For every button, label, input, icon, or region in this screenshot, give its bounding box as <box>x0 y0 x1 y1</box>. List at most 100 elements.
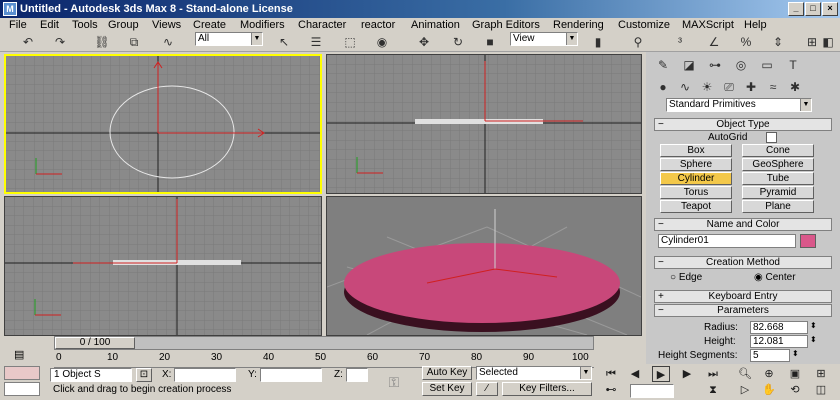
menu-tools[interactable]: Tools <box>72 18 98 32</box>
selection-filter-dropdown[interactable]: All ▼ <box>195 32 263 46</box>
spinner-arrows-icon[interactable]: ⬍ <box>810 335 817 344</box>
plane-button[interactable]: Plane <box>742 200 814 213</box>
pivot-center-icon[interactable]: ▮ <box>588 33 608 51</box>
maxscript-listener-top[interactable] <box>4 366 40 380</box>
close-button[interactable]: × <box>822 2 838 16</box>
rectangular-selection-icon[interactable]: ⬚ <box>340 33 360 51</box>
time-config-icon[interactable]: ⧗ <box>704 382 722 398</box>
cylinder-button[interactable]: Cylinder <box>660 172 732 185</box>
object-name-input[interactable]: Cylinder01 <box>658 234 796 248</box>
bind-space-warp-icon[interactable]: ∿ <box>158 33 178 51</box>
teapot-button[interactable]: Teapot <box>660 200 732 213</box>
select-object-icon[interactable]: ↖ <box>274 33 294 51</box>
motion-tab-icon[interactable]: ◎ <box>730 56 752 74</box>
edge-radio[interactable]: ○ Edge <box>670 272 702 283</box>
lights-icon[interactable]: ☀ <box>698 78 716 96</box>
menu-modifiers[interactable]: Modifiers <box>240 18 285 32</box>
menu-character[interactable]: Character <box>298 18 346 32</box>
select-by-name-icon[interactable]: ☰ <box>306 33 326 51</box>
center-radio[interactable]: ◉ Center <box>754 272 796 283</box>
select-link-icon[interactable]: ⛓ <box>92 33 112 51</box>
lock-selection-icon[interactable]: ⊡ <box>136 368 152 382</box>
go-to-start-icon[interactable]: ⏮ <box>602 366 620 382</box>
name-and-color-rollout[interactable]: − Name and Color <box>654 218 832 231</box>
viewport-perspective[interactable] <box>326 196 642 336</box>
torus-button[interactable]: Torus <box>660 186 732 199</box>
x-coordinate-input[interactable] <box>174 368 236 382</box>
previous-frame-icon[interactable]: ◀ <box>626 366 644 382</box>
menu-group[interactable]: Group <box>108 18 139 32</box>
auto-key-button[interactable]: Auto Key <box>422 366 472 380</box>
y-coordinate-input[interactable] <box>260 368 322 382</box>
keyboard-entry-rollout[interactable]: + Keyboard Entry <box>654 290 832 303</box>
object-type-rollout[interactable]: − Object Type <box>654 118 832 131</box>
menu-animation[interactable]: Animation <box>411 18 460 32</box>
maximize-button[interactable]: □ <box>805 2 821 16</box>
key-filters-button[interactable]: Key Filters... <box>502 382 592 396</box>
geosphere-button[interactable]: GeoSphere <box>742 158 814 171</box>
viewport-front[interactable] <box>326 54 642 194</box>
create-tab-icon[interactable]: ✎ <box>652 56 674 74</box>
menu-maxscript[interactable]: MAXScript <box>682 18 734 32</box>
time-slider[interactable]: 0 / 100 <box>54 336 594 350</box>
maximize-viewport-icon[interactable]: ◫ <box>812 382 830 398</box>
undo-icon[interactable]: ↶ <box>18 33 38 51</box>
object-color-swatch[interactable] <box>800 234 816 248</box>
manipulate-icon[interactable]: ⚲ <box>628 33 648 51</box>
field-of-view-icon[interactable]: ▷ <box>736 382 754 398</box>
redo-icon[interactable]: ↷ <box>50 33 70 51</box>
menu-help[interactable]: Help <box>744 18 767 32</box>
menu-reactor[interactable]: reactor <box>361 18 395 32</box>
rotate-icon[interactable]: ↻ <box>448 33 468 51</box>
hierarchy-tab-icon[interactable]: ⊶ <box>704 56 726 74</box>
category-dropdown[interactable]: Standard Primitives ▼ <box>666 98 812 112</box>
systems-icon[interactable]: ✱ <box>786 78 804 96</box>
key-mode-dropdown[interactable]: Selected ▼ <box>476 366 592 380</box>
maxscript-listener-bottom[interactable] <box>4 382 40 396</box>
box-button[interactable]: Box <box>660 144 732 157</box>
menu-graph-editors[interactable]: Graph Editors <box>472 18 540 32</box>
cameras-icon[interactable]: ⎚ <box>720 78 738 96</box>
snap-toggle-icon[interactable]: ³ <box>670 33 690 51</box>
go-to-end-icon[interactable]: ⏭ <box>704 366 722 382</box>
scale-icon[interactable]: ■ <box>480 33 500 51</box>
utilities-tab-icon[interactable]: T <box>782 56 804 74</box>
shapes-icon[interactable]: ∿ <box>676 78 694 96</box>
height-segments-input[interactable]: 5 <box>750 349 790 362</box>
zoom-extents-all-icon[interactable]: ⊞ <box>812 366 830 382</box>
arc-rotate-icon[interactable]: ⟲ <box>786 382 804 398</box>
mirror-icon[interactable]: ◧ <box>818 33 838 51</box>
radius-input[interactable]: 82.668 <box>750 321 808 334</box>
key-mode-toggle-icon[interactable]: ⊷ <box>602 382 620 398</box>
menu-customize[interactable]: Customize <box>618 18 670 32</box>
window-crossing-icon[interactable]: ◉ <box>372 33 392 51</box>
parameters-rollout[interactable]: − Parameters <box>654 304 832 317</box>
autogrid-checkbox[interactable] <box>766 132 777 143</box>
menu-edit[interactable]: Edit <box>40 18 59 32</box>
helpers-icon[interactable]: ✚ <box>742 78 760 96</box>
menu-create[interactable]: Create <box>193 18 226 32</box>
minimize-button[interactable]: _ <box>788 2 804 16</box>
viewport-left[interactable] <box>4 196 322 336</box>
zoom-extents-icon[interactable]: ▣ <box>786 366 804 382</box>
menu-rendering[interactable]: Rendering <box>553 18 604 32</box>
modify-tab-icon[interactable]: ◪ <box>678 56 700 74</box>
move-icon[interactable]: ✥ <box>414 33 434 51</box>
percent-snap-icon[interactable]: % <box>736 33 756 51</box>
spinner-snap-icon[interactable]: ⇕ <box>768 33 788 51</box>
zoom-icon[interactable]: 🔍︎ <box>736 366 754 382</box>
space-warps-icon[interactable]: ≈ <box>764 78 782 96</box>
reference-coord-dropdown[interactable]: View ▼ <box>510 32 578 46</box>
zoom-all-icon[interactable]: ⊕ <box>760 366 778 382</box>
spinner-arrows-icon[interactable]: ⬍ <box>792 349 799 358</box>
pan-icon[interactable]: ✋ <box>760 382 778 398</box>
play-icon[interactable]: ▶ <box>652 366 670 382</box>
height-input[interactable]: 12.081 <box>750 335 808 348</box>
sphere-button[interactable]: Sphere <box>660 158 732 171</box>
default-tangent-icon[interactable]: ∕ <box>476 382 498 396</box>
next-frame-icon[interactable]: ▶ <box>678 366 696 382</box>
cone-button[interactable]: Cone <box>742 144 814 157</box>
current-frame-input[interactable] <box>630 384 674 398</box>
app-icon[interactable]: M <box>3 2 17 16</box>
angle-snap-icon[interactable]: ∠ <box>704 33 724 51</box>
